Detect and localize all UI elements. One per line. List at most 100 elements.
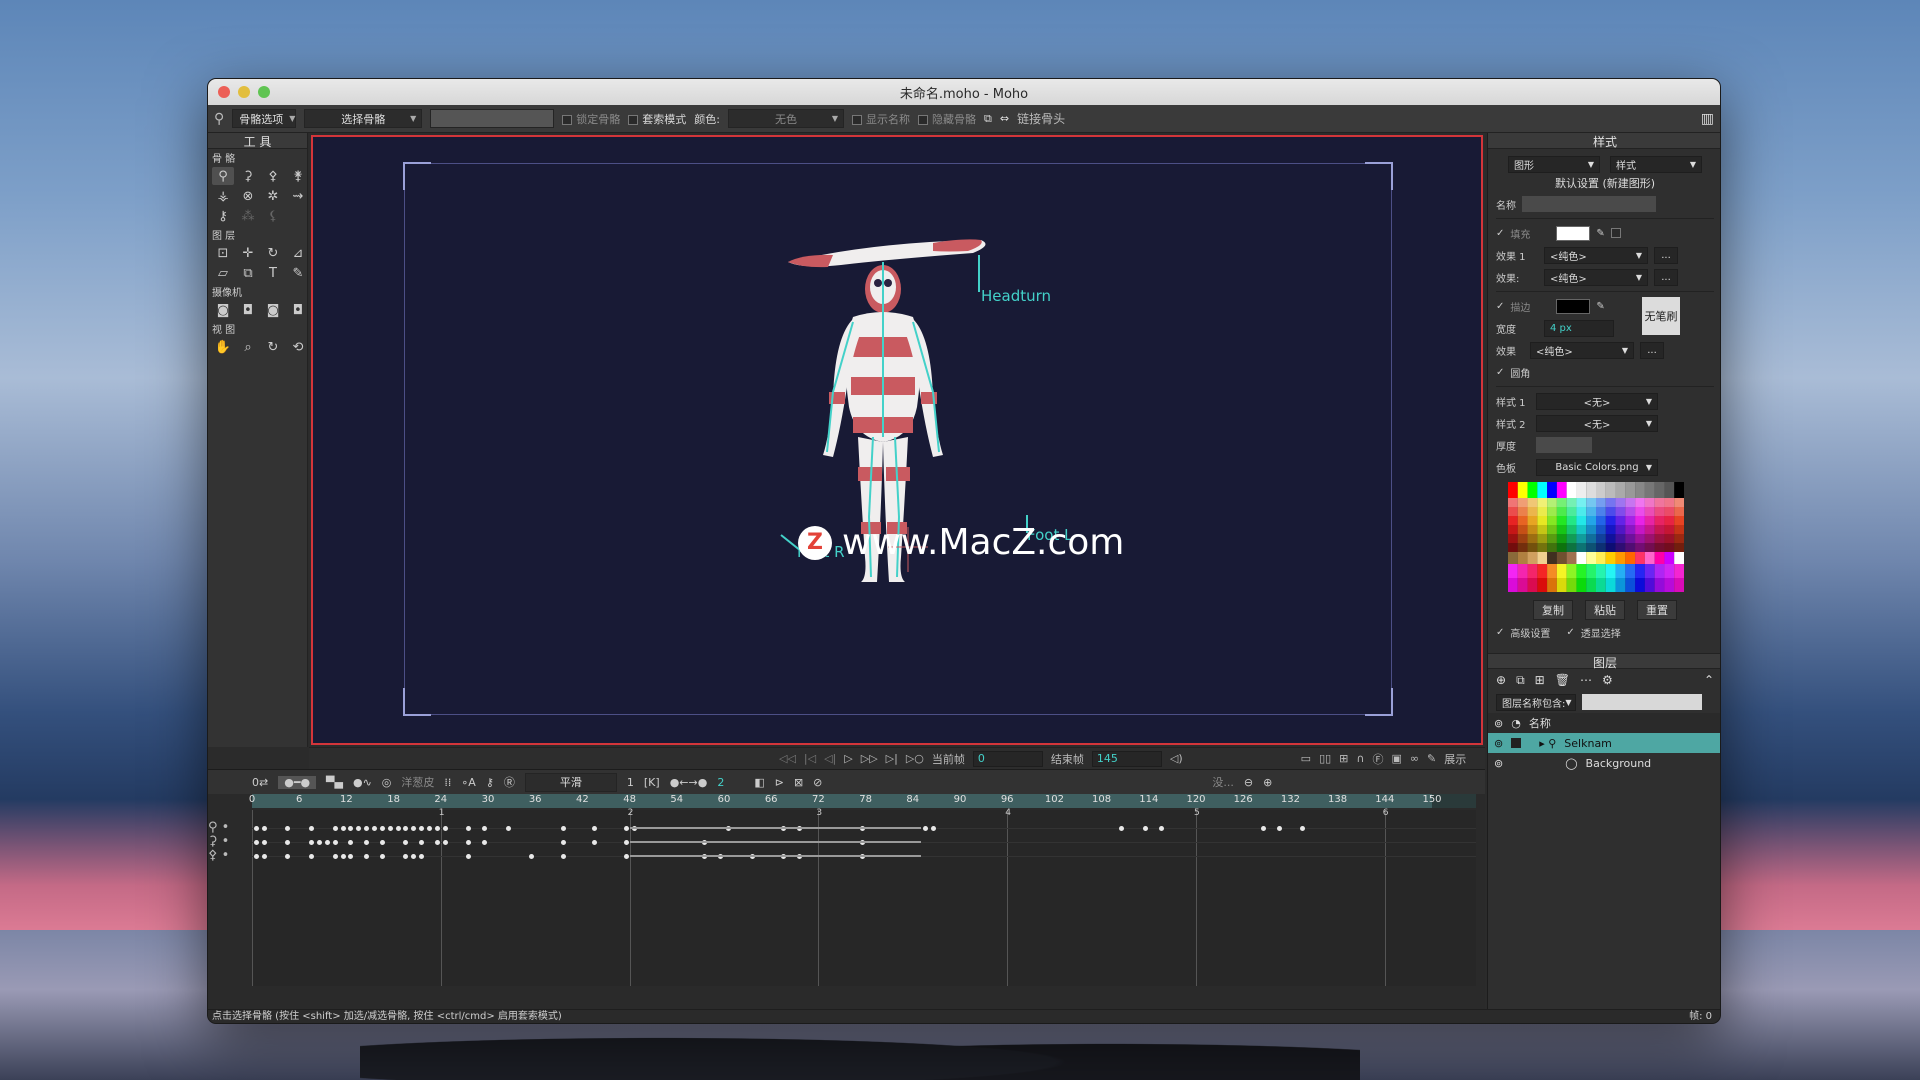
palette-swatch[interactable] <box>1644 564 1655 578</box>
palette-swatch[interactable] <box>1556 543 1567 552</box>
select-bone-dropdown[interactable]: 选择骨骼 ▼ <box>304 109 423 128</box>
palette-swatch[interactable] <box>1596 543 1606 552</box>
palette-swatch[interactable] <box>1596 507 1606 516</box>
palette-swatch[interactable] <box>1576 516 1587 525</box>
palette-swatch[interactable] <box>1625 525 1636 534</box>
palette-swatch[interactable] <box>1508 564 1518 578</box>
palette-swatch[interactable] <box>1566 498 1577 507</box>
palette-swatch[interactable] <box>1674 564 1684 578</box>
palette-swatch[interactable] <box>1537 498 1548 507</box>
set-origin-icon[interactable]: ⊡ <box>212 244 234 262</box>
palette-swatch[interactable] <box>1547 525 1557 534</box>
roll-camera-icon[interactable]: ◙ <box>262 301 284 319</box>
keyframe[interactable] <box>623 840 629 845</box>
reset-button[interactable]: 重置 <box>1637 600 1677 620</box>
onion-icon[interactable]: ∞ <box>1410 752 1419 765</box>
palette-swatch[interactable] <box>1615 534 1626 543</box>
palette-swatch[interactable] <box>1586 498 1596 507</box>
fx-box-icon[interactable]: ▣ <box>1391 752 1401 765</box>
keyframe[interactable] <box>364 826 370 831</box>
palette-swatch[interactable] <box>1615 482 1626 498</box>
palette-swatch[interactable] <box>1615 552 1626 564</box>
interpolation-dropdown[interactable]: 平滑 <box>524 772 617 792</box>
keyframe[interactable] <box>254 854 259 859</box>
transparent-select-checkbox[interactable]: ✓ <box>1566 627 1574 638</box>
bind-points-icon[interactable]: ⁂ <box>237 207 259 225</box>
keyframe[interactable] <box>395 826 401 831</box>
flip-layer-icon[interactable]: ⧉ <box>237 264 259 282</box>
palette-swatch[interactable] <box>1556 578 1567 592</box>
keyframe[interactable] <box>427 826 433 831</box>
keyframe[interactable] <box>348 854 354 859</box>
effect3-dropdown[interactable]: <纯色> ▼ <box>1530 341 1634 359</box>
hand-icon[interactable]: ✋ <box>212 338 234 356</box>
bind-layer-icon[interactable]: ⚷ <box>212 207 234 225</box>
palette-swatch[interactable] <box>1635 564 1645 578</box>
keyframe[interactable] <box>364 854 370 859</box>
eyedropper-icon[interactable]: ✎ <box>287 264 309 282</box>
palette-swatch[interactable] <box>1654 498 1665 507</box>
rewind-icon[interactable]: ◁◁ <box>779 752 796 765</box>
palette-swatch[interactable] <box>1664 564 1675 578</box>
palette-swatch[interactable] <box>1644 507 1655 516</box>
palette-swatch[interactable] <box>1605 543 1616 552</box>
palette-swatch[interactable] <box>1596 564 1606 578</box>
palette-swatch[interactable] <box>1635 578 1645 592</box>
palette-swatch[interactable] <box>1508 578 1518 592</box>
palette-swatch[interactable] <box>1517 498 1528 507</box>
zoom-camera-icon[interactable]: ◘ <box>237 301 259 319</box>
palette-swatch[interactable] <box>1576 482 1587 498</box>
keyframe[interactable] <box>348 840 354 845</box>
eye-icon[interactable]: ⊚ <box>1494 737 1503 750</box>
bone-select-icon[interactable]: ⊳ <box>775 776 784 789</box>
palette-swatch[interactable] <box>1615 543 1626 552</box>
book-icon[interactable]: ▥ <box>1701 111 1714 127</box>
keyframe[interactable] <box>466 854 472 859</box>
keyframe[interactable] <box>434 840 440 845</box>
text-tool-icon[interactable]: T <box>262 264 284 282</box>
keyframe[interactable] <box>261 854 267 859</box>
palette-swatch[interactable] <box>1556 498 1567 507</box>
key-icon[interactable]: ⚷ <box>486 776 494 789</box>
palette-swatch[interactable] <box>1576 578 1587 592</box>
keyframe[interactable] <box>348 826 354 831</box>
keyframe[interactable] <box>419 854 425 859</box>
palette-swatch[interactable] <box>1508 507 1518 516</box>
frame-ruler[interactable]: 0 6 12 18 24 30 36 42 48 54 60 66 72 78 84 90 96 102 108 11… <box>249 794 1476 808</box>
layer-row-background[interactable]: ⊚ ◯ Background <box>1488 753 1720 773</box>
palette-swatch[interactable] <box>1625 516 1636 525</box>
palette-swatch[interactable] <box>1674 552 1684 564</box>
keyframe[interactable] <box>332 826 338 831</box>
zoom-out-icon[interactable]: ⊖ <box>1244 776 1253 789</box>
palette-swatch[interactable] <box>1566 525 1577 534</box>
stroke-checkbox[interactable]: ✓ <box>1496 301 1504 312</box>
palette-swatch[interactable] <box>1664 525 1675 534</box>
palette-swatch[interactable] <box>1556 516 1567 525</box>
keyframe[interactable] <box>1260 826 1266 831</box>
palette-swatch[interactable] <box>1605 534 1616 543</box>
keyframe[interactable] <box>261 826 267 831</box>
palette-swatch[interactable] <box>1547 534 1557 543</box>
loop-icon[interactable]: ▷○ <box>906 752 924 765</box>
palette-swatch[interactable] <box>1517 516 1528 525</box>
offset-bone-icon[interactable]: ⚸ <box>262 207 284 225</box>
palette-swatch[interactable] <box>1556 564 1567 578</box>
shape-dropdown[interactable]: 图形 ▼ <box>1508 155 1600 173</box>
keyframe[interactable] <box>372 826 377 831</box>
fill-color-swatch[interactable] <box>1556 225 1591 241</box>
keyframe[interactable] <box>403 840 409 845</box>
width-field[interactable]: 4 px <box>1544 319 1614 337</box>
palette-swatch[interactable] <box>1537 482 1548 498</box>
duplicate-layer-icon[interactable]: ⧉ <box>1516 673 1525 688</box>
keyframe[interactable] <box>1300 826 1306 831</box>
palette-swatch[interactable] <box>1674 534 1684 543</box>
palette-swatch[interactable] <box>1644 525 1655 534</box>
palette-swatch[interactable] <box>1625 482 1636 498</box>
palette-swatch[interactable] <box>1556 525 1567 534</box>
link-bones-button[interactable]: 链接骨头 <box>1017 110 1065 127</box>
palette-swatch[interactable] <box>1537 543 1548 552</box>
palette-swatch[interactable] <box>1605 552 1616 564</box>
camera-select-icon[interactable]: ⊠ <box>794 776 803 789</box>
keyframe[interactable] <box>419 840 425 845</box>
palette-swatch[interactable] <box>1566 516 1577 525</box>
